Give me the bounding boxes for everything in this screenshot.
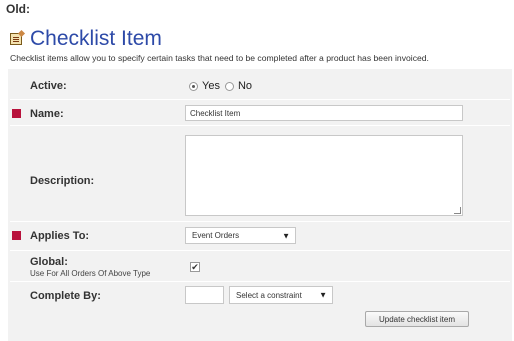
old-heading: Old: (6, 2, 30, 16)
active-yes-label[interactable]: Yes (202, 80, 220, 92)
active-no-radio[interactable] (224, 81, 234, 91)
page-subtitle: Checklist items allow you to specify cer… (10, 53, 429, 63)
dropdown-arrow-icon: ▼ (319, 290, 327, 300)
global-row: Global: Use For All Orders Of Above Type… (8, 251, 512, 281)
active-label: Active: (30, 80, 67, 92)
applies-to-select[interactable]: Event Orders ▼ (185, 227, 296, 244)
constraint-select[interactable]: Select a constraint ▼ (229, 286, 333, 304)
global-label: Global: (30, 256, 68, 268)
description-label: Description: (30, 175, 95, 187)
page-header: Checklist Item (10, 27, 162, 51)
complete-by-label: Complete By: (30, 290, 101, 302)
applies-to-row: Applies To: Event Orders ▼ (8, 222, 512, 250)
active-radio-group: Yes No (189, 80, 257, 92)
active-no-label[interactable]: No (238, 80, 252, 92)
checklist-form: Active: Yes No Name: Checklist Item Desc… (8, 69, 512, 341)
checklist-icon (10, 33, 22, 45)
description-row: Description: (8, 126, 512, 221)
name-label: Name: (30, 108, 64, 120)
name-input[interactable]: Checklist Item (185, 105, 463, 121)
applies-to-label: Applies To: (30, 230, 90, 242)
required-marker (12, 231, 21, 240)
active-row: Active: Yes No (8, 69, 512, 99)
update-checklist-item-button[interactable]: Update checklist item (365, 311, 469, 327)
complete-by-row: Complete By: Select a constraint ▼ (8, 282, 512, 307)
description-textarea[interactable] (185, 135, 463, 216)
constraint-select-value: Select a constraint (236, 290, 302, 300)
applies-to-value: Event Orders (192, 231, 240, 240)
global-sublabel: Use For All Orders Of Above Type (30, 269, 151, 278)
resize-grip-icon[interactable] (454, 207, 461, 214)
global-checkbox[interactable]: ✔ (190, 262, 200, 272)
active-yes-radio[interactable] (189, 81, 198, 91)
required-marker (12, 109, 21, 118)
page-title: Checklist Item (30, 27, 162, 50)
name-row: Name: Checklist Item (8, 100, 512, 125)
dropdown-arrow-icon: ▼ (282, 231, 290, 240)
complete-by-input[interactable] (185, 286, 224, 304)
